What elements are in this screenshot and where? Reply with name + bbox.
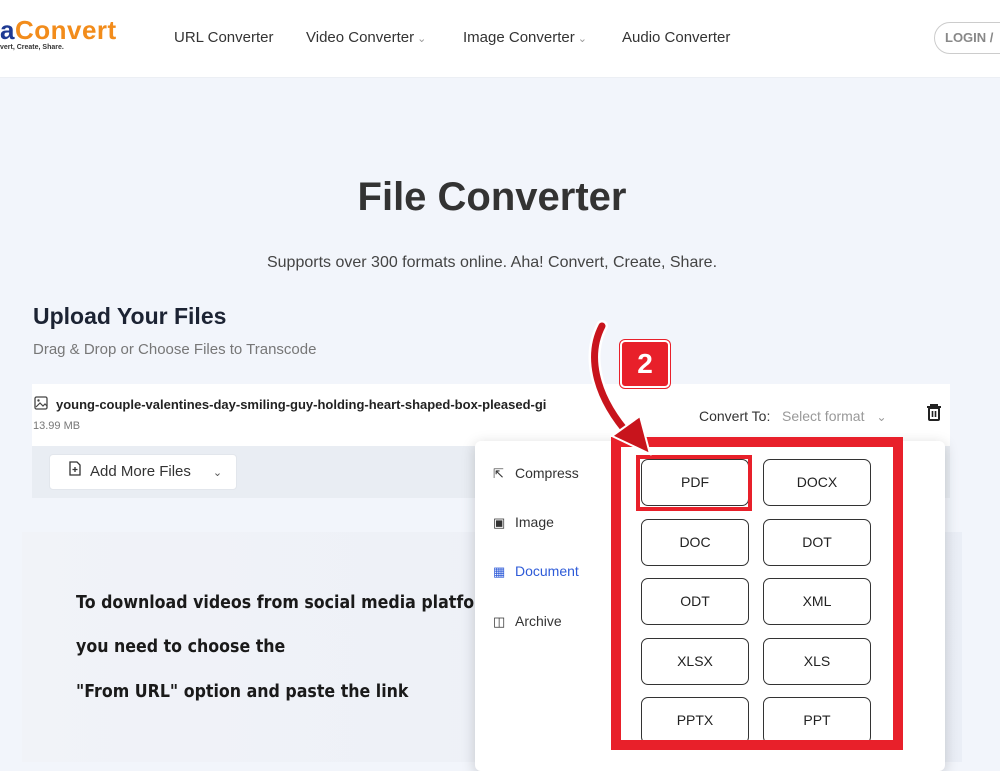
format-select[interactable]: Select format ⌄	[782, 408, 887, 424]
pointer-arrow-icon	[588, 320, 652, 456]
chevron-down-icon: ⌄	[417, 33, 427, 45]
category-document[interactable]: ▦ Document	[493, 563, 579, 580]
page-title: File Converter	[357, 175, 627, 219]
category-label: Document	[515, 563, 579, 579]
promo-line: you need to choose the	[76, 636, 286, 657]
compress-icon: ⇱	[493, 466, 504, 481]
upload-title: Upload Your Files	[33, 303, 227, 329]
nav-label: Video Converter	[306, 29, 415, 46]
add-more-files-button[interactable]: Add More Files ⌄	[49, 454, 237, 490]
chevron-down-icon: ⌄	[212, 467, 223, 479]
nav-label: Audio Converter	[622, 29, 731, 46]
chevron-down-icon: ⌄	[876, 410, 887, 424]
nav-label: URL Converter	[174, 29, 274, 46]
logo-tagline: vert, Create, Share.	[0, 44, 64, 51]
nav-image-converter[interactable]: Image Converter ⌄	[463, 29, 587, 46]
category-archive[interactable]: ◫ Archive	[493, 613, 562, 630]
nav-video-converter[interactable]: Video Converter ⌄	[306, 29, 426, 46]
nav-url-converter[interactable]: URL Converter	[174, 29, 273, 46]
image-icon: ▣	[493, 515, 506, 530]
nav-label: Image Converter	[463, 29, 575, 46]
image-file-icon	[34, 396, 48, 410]
nav-audio-converter[interactable]: Audio Converter	[622, 29, 730, 46]
convert-to-label: Convert To:	[699, 408, 771, 424]
add-more-files-label: Add More Files	[90, 463, 191, 480]
category-label: Image	[515, 514, 554, 530]
category-label: Archive	[515, 613, 562, 629]
category-image[interactable]: ▣ Image	[493, 514, 554, 531]
file-plus-icon	[69, 461, 81, 476]
logo[interactable]: aConvert vert, Create, Share.	[0, 16, 117, 51]
page-subtitle: Supports over 300 formats online. Aha! C…	[266, 254, 718, 271]
login-button[interactable]: LOGIN /	[934, 22, 1000, 54]
promo-line: "From URL" option and paste the link	[76, 681, 409, 702]
trash-icon[interactable]	[924, 402, 944, 424]
promo-line: To download videos from social media pla…	[76, 592, 475, 613]
archive-icon: ◫	[493, 614, 506, 629]
format-select-placeholder: Select format	[782, 408, 865, 424]
document-icon: ▦	[493, 564, 506, 579]
file-size: 13.99 MB	[33, 420, 81, 432]
upload-subtitle: Drag & Drop or Choose Files to Transcode	[33, 341, 317, 358]
top-navigation-bar: aConvert vert, Create, Share. URL Conver…	[0, 0, 1000, 78]
logo-text: Convert	[14, 15, 117, 45]
file-name: young-couple-valentines-day-smiling-guy-…	[56, 397, 547, 412]
chevron-down-icon: ⌄	[577, 33, 587, 45]
logo-prefix: a	[0, 15, 15, 45]
